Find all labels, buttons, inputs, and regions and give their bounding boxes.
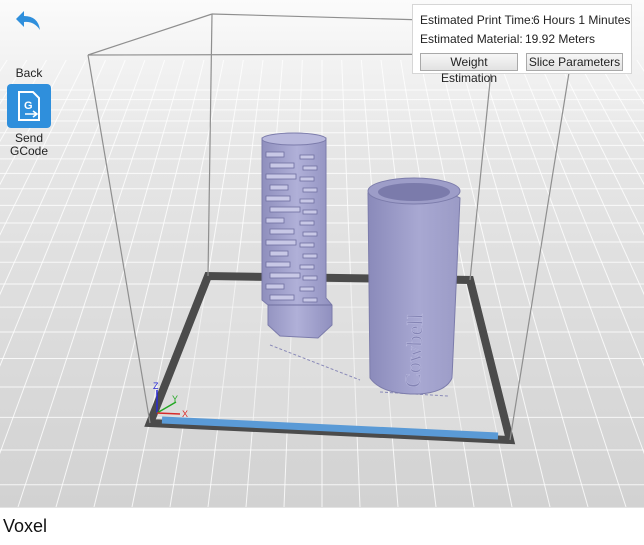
x-axis-label: X: [182, 409, 188, 419]
send-icon-letter: G: [24, 100, 33, 112]
3d-viewport[interactable]: Cowbell Z Y X Back G Send GCode Estimate…: [0, 0, 644, 507]
send-gcode-icon: G: [7, 84, 51, 128]
send-gcode-button[interactable]: G Send GCode: [0, 84, 58, 158]
material-value: 19.92 Meters: [525, 32, 596, 46]
material-label: Estimated Material:: [420, 32, 523, 46]
y-axis-label: Y: [172, 394, 178, 404]
send-label-line2: GCode: [9, 144, 49, 158]
status-text: Voxel: [3, 516, 48, 536]
weight-estimation-button[interactable]: Weight Estimation: [420, 53, 518, 85]
back-arrow-icon: [16, 11, 40, 30]
status-bar: Voxel: [0, 507, 644, 545]
build-plate: [150, 276, 510, 440]
material-row: Estimated Material: 19.92 Meters: [420, 32, 595, 46]
print-time-value: 6 Hours 1 Minutes: [533, 13, 631, 27]
cowbell-embossed-text: Cowbell: [400, 313, 428, 388]
estimate-panel: Estimated Print Time: 6 Hours 1 Minutes …: [412, 4, 632, 85]
back-label: Back: [15, 66, 43, 80]
x-axis-line: [156, 412, 181, 415]
tower-model: [261, 132, 333, 339]
z-axis-label: Z: [153, 381, 159, 391]
scene-canvas: Cowbell Z Y X: [0, 0, 644, 507]
print-time-row: Estimated Print Time: 6 Hours 1 Minutes: [420, 13, 630, 27]
back-button[interactable]: Back: [0, 8, 58, 80]
cowbell-model: Cowbell: [367, 177, 461, 395]
print-time-label: Estimated Print Time:: [420, 13, 535, 27]
slice-parameters-button[interactable]: Slice Parameters: [526, 53, 623, 71]
